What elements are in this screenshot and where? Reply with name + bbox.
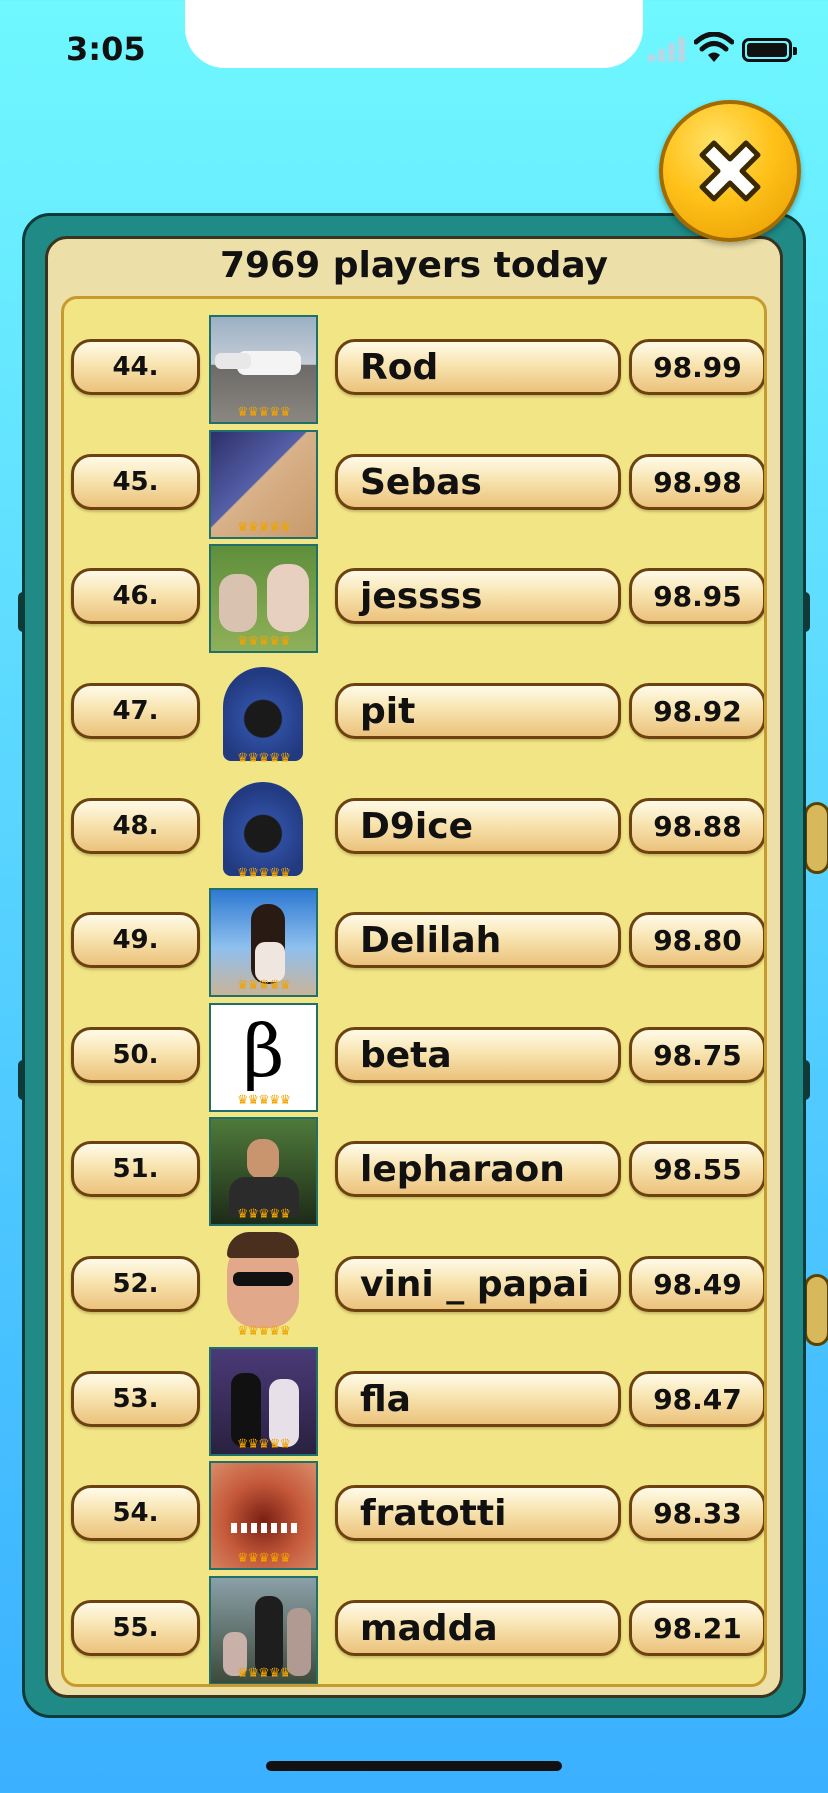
- player-name[interactable]: fla: [335, 1371, 621, 1427]
- player-avatar[interactable]: ♛♛♛♛♛: [209, 1576, 318, 1684]
- rank-label: 55.: [71, 1600, 200, 1656]
- player-name[interactable]: pit: [335, 683, 621, 739]
- leaderboard-panel: 7969 players today 44. ♛♛♛♛♛ Rod 98.99 45. ♛♛…: [22, 213, 806, 1718]
- leaderboard-row[interactable]: 55. ♛♛♛♛♛ madda 98.21: [64, 1576, 764, 1684]
- player-score: 98.55: [629, 1141, 764, 1197]
- status-bar: 3:05: [0, 0, 828, 100]
- player-score: 98.49: [629, 1256, 764, 1312]
- frame-knob: [804, 1274, 828, 1346]
- rank-label: 54.: [71, 1485, 200, 1541]
- player-score: 98.21: [629, 1600, 764, 1656]
- frame-knob: [804, 802, 828, 874]
- player-avatar[interactable]: ♛♛♛♛♛: [209, 1347, 318, 1456]
- player-name[interactable]: D9ice: [335, 798, 621, 854]
- player-score: 98.47: [629, 1371, 764, 1427]
- player-name[interactable]: Sebas: [335, 454, 621, 510]
- rank-label: 45.: [71, 454, 200, 510]
- player-name[interactable]: Rod: [335, 339, 621, 395]
- crown-icons: ♛♛♛♛♛: [236, 1207, 291, 1222]
- rank-label: 50.: [71, 1027, 200, 1083]
- players-today-title: 7969 players today: [220, 245, 608, 286]
- player-avatar[interactable]: ♛♛♛♛♛: [209, 544, 318, 653]
- close-button[interactable]: [659, 100, 801, 242]
- rank-label: 46.: [71, 568, 200, 624]
- crown-icons: ♛♛♛♛♛: [236, 1437, 291, 1452]
- crown-icons: ♛♛♛♛♛: [236, 1324, 291, 1339]
- leaderboard-row[interactable]: 49. ♛♛♛♛♛ Delilah 98.80: [64, 888, 764, 1002]
- player-score: 98.75: [629, 1027, 764, 1083]
- player-score: 98.33: [629, 1485, 764, 1541]
- player-name[interactable]: Delilah: [335, 912, 621, 968]
- close-icon: [699, 140, 761, 202]
- player-avatar[interactable]: β ♛♛♛♛♛: [209, 1003, 318, 1112]
- player-name[interactable]: madda: [335, 1600, 621, 1656]
- crown-icons: ♛♛♛♛♛: [236, 405, 291, 420]
- player-score: 98.80: [629, 912, 764, 968]
- player-name[interactable]: beta: [335, 1027, 621, 1083]
- player-name[interactable]: vini _ papai: [335, 1256, 621, 1312]
- crown-icons: ♛♛♛♛♛: [236, 1093, 291, 1108]
- player-score: 98.99: [629, 339, 764, 395]
- battery-icon: [742, 38, 797, 62]
- player-name[interactable]: lepharaon: [335, 1141, 621, 1197]
- leaderboard-row[interactable]: 53. ♛♛♛♛♛ fla 98.47: [64, 1347, 764, 1461]
- player-avatar[interactable]: ♛♛♛♛♛: [209, 315, 318, 424]
- rank-label: 48.: [71, 798, 200, 854]
- rank-label: 44.: [71, 339, 200, 395]
- home-indicator[interactable]: [266, 1761, 562, 1771]
- player-name[interactable]: fratotti: [335, 1485, 621, 1541]
- player-avatar[interactable]: ♛♛♛♛♛: [209, 1117, 318, 1226]
- player-score: 98.98: [629, 454, 764, 510]
- cellular-signal-icon: [648, 36, 688, 62]
- player-avatar[interactable]: ♛♛♛♛♛: [209, 774, 318, 883]
- leaderboard-list[interactable]: 44. ♛♛♛♛♛ Rod 98.99 45. ♛♛♛♛♛ Sebas 98.98 46. ♛♛♛…: [61, 296, 767, 1687]
- player-avatar[interactable]: ♛♛♛♛♛: [209, 1461, 318, 1570]
- leaderboard-row[interactable]: 47. ♛♛♛♛♛ pit 98.92: [64, 659, 764, 773]
- rank-label: 53.: [71, 1371, 200, 1427]
- device-notch: [185, 0, 643, 68]
- rank-label: 52.: [71, 1256, 200, 1312]
- player-score: 98.92: [629, 683, 764, 739]
- leaderboard-row[interactable]: 52. ♛♛♛♛♛ vini _ papai 98.49: [64, 1232, 764, 1346]
- leaderboard-row[interactable]: 50. β ♛♛♛♛♛ beta 98.75: [64, 1003, 764, 1117]
- crown-icons: ♛♛♛♛♛: [236, 1551, 291, 1566]
- leaderboard-row[interactable]: 48. ♛♛♛♛♛ D9ice 98.88: [64, 774, 764, 888]
- player-avatar[interactable]: ♛♛♛♛♛: [209, 1232, 318, 1341]
- player-avatar[interactable]: ♛♛♛♛♛: [209, 888, 318, 997]
- crown-icons: ♛♛♛♛♛: [236, 978, 291, 993]
- leaderboard-row[interactable]: 45. ♛♛♛♛♛ Sebas 98.98: [64, 430, 764, 544]
- crown-icons: ♛♛♛♛♛: [236, 634, 291, 649]
- player-score: 98.95: [629, 568, 764, 624]
- player-avatar[interactable]: ♛♛♛♛♛: [209, 430, 318, 539]
- leaderboard-row[interactable]: 51. ♛♛♛♛♛ lepharaon 98.55: [64, 1117, 764, 1231]
- leaderboard-row[interactable]: 54. ♛♛♛♛♛ fratotti 98.33: [64, 1461, 764, 1575]
- wifi-icon: [694, 32, 734, 62]
- crown-icons: ♛♛♛♛♛: [236, 1666, 291, 1681]
- crown-icons: ♛♛♛♛♛: [236, 520, 291, 535]
- player-avatar[interactable]: ♛♛♛♛♛: [209, 659, 318, 768]
- player-name[interactable]: jessss: [335, 568, 621, 624]
- leaderboard-row[interactable]: 46. ♛♛♛♛♛ jessss 98.95: [64, 544, 764, 658]
- leaderboard-inner-panel: 7969 players today 44. ♛♛♛♛♛ Rod 98.99 45. ♛♛…: [45, 236, 783, 1698]
- status-time: 3:05: [66, 30, 146, 68]
- rank-label: 49.: [71, 912, 200, 968]
- crown-icons: ♛♛♛♛♛: [236, 751, 291, 766]
- rank-label: 47.: [71, 683, 200, 739]
- player-score: 98.88: [629, 798, 764, 854]
- rank-label: 51.: [71, 1141, 200, 1197]
- crown-icons: ♛♛♛♛♛: [236, 866, 291, 881]
- leaderboard-row[interactable]: 44. ♛♛♛♛♛ Rod 98.99: [64, 315, 764, 429]
